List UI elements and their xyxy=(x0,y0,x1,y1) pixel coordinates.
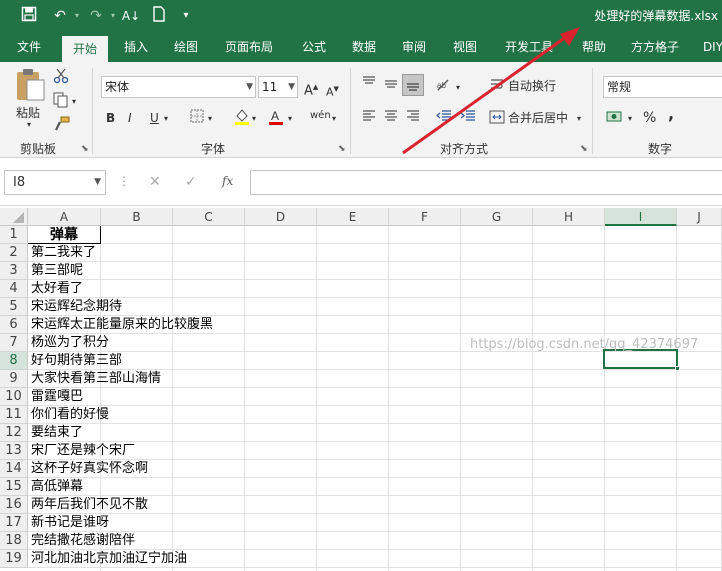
watermark: https://blog.csdn.net/qq_42374697 xyxy=(470,337,699,352)
annotation-arrow xyxy=(402,27,580,155)
